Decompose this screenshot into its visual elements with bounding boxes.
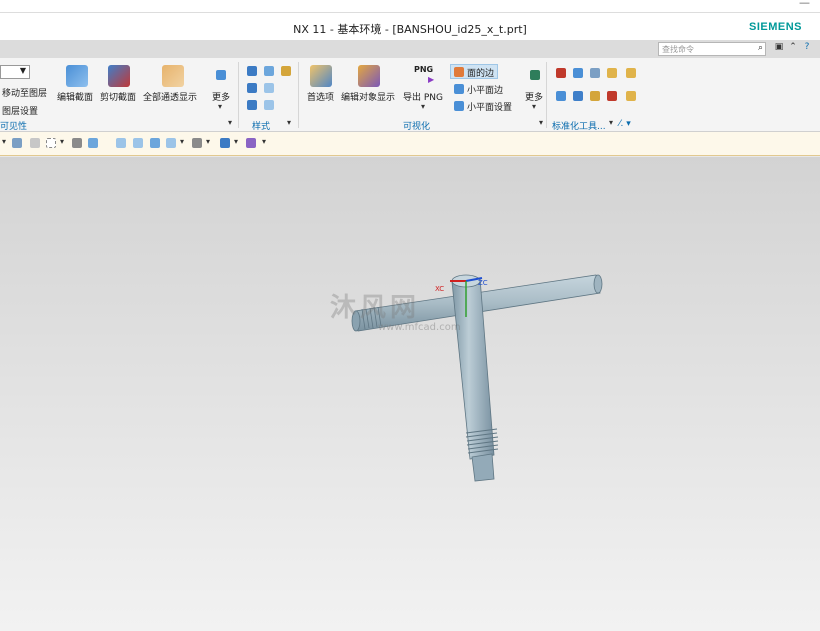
facet-edges-icon[interactable] [454, 84, 464, 94]
title-bar: NX 11 - 基本环境 - [BANSHOU_id25_x_t.prt] SI… [0, 12, 820, 40]
select-icon[interactable] [12, 138, 22, 148]
watermark-url: www.mfcad.com [378, 322, 461, 333]
chevron-down-icon[interactable]: ▾ [180, 137, 184, 146]
command-bar-icons: ▣ ⌃? [772, 42, 814, 52]
watermark: 沐风网 [330, 293, 421, 323]
chevron-down-icon: ▼ [19, 66, 26, 75]
render-icon[interactable] [72, 138, 82, 148]
more-icon[interactable] [246, 138, 256, 148]
trailing-group-label[interactable]: ⁄. ▾ [619, 119, 631, 129]
filter-icon[interactable] [30, 138, 40, 148]
standardization-group-label: 标准化工具... [552, 122, 606, 132]
ribbon: ▼ 移动至图层 图层设置 可见性 编辑截面 剪切截面 全部通透显示 更多 ▾ ▾… [0, 58, 820, 132]
layer-dropdown[interactable]: ▼ [0, 65, 30, 79]
divider [546, 62, 547, 128]
graphics-viewport[interactable]: XC ZC 沐风网 www.mfcad.com [0, 157, 820, 631]
face-analysis-icon[interactable] [264, 100, 274, 110]
edit-section-button[interactable]: 编辑截面 [57, 90, 93, 103]
tool-icon[interactable] [556, 68, 566, 78]
chevron-down-icon[interactable]: ▾ [287, 118, 291, 127]
facet-edges-option[interactable]: 小平面边 [467, 83, 503, 96]
zc-axis-label: ZC [478, 279, 488, 287]
window-title: NX 11 - 基本环境 - [BANSHOU_id25_x_t.prt] [293, 23, 527, 36]
shaded-icon[interactable] [247, 66, 257, 76]
tool-icon[interactable] [607, 91, 617, 101]
divider [298, 62, 299, 128]
view-toolbar: ▾ ▾ ▾ ▾ ▾ ▾ [0, 132, 820, 156]
face-edges-icon[interactable] [454, 67, 464, 77]
chevron-down-icon[interactable]: ▾ [532, 102, 536, 111]
export-png-icon[interactable]: PNG [414, 65, 433, 74]
more-icon[interactable] [530, 70, 540, 80]
clip-section-icon[interactable] [108, 65, 130, 87]
help-icon[interactable]: ? [800, 42, 814, 52]
edit-section-icon[interactable] [66, 65, 88, 87]
zoom-icon[interactable] [133, 138, 143, 148]
visualize-group-label: 可视化 [403, 122, 431, 132]
search-icon[interactable]: ⌕ [758, 43, 763, 53]
face-edges-option[interactable]: 面的边 [467, 66, 494, 79]
tool-icon[interactable] [626, 91, 636, 101]
hidden-edges-icon[interactable] [264, 83, 274, 93]
display-mode-icon[interactable] [192, 138, 202, 148]
shaded-edges-icon[interactable] [247, 83, 257, 93]
tool-icon[interactable] [607, 68, 617, 78]
minimize-button[interactable]: — [799, 0, 810, 9]
tool-icon[interactable] [573, 68, 583, 78]
xc-axis-label: XC [435, 285, 445, 293]
wireframe-icon[interactable] [264, 66, 274, 76]
edit-object-display-button[interactable]: 编辑对象显示 [341, 90, 395, 103]
tool-icon[interactable] [590, 68, 600, 78]
chevron-down-icon[interactable]: ▾ [539, 118, 543, 127]
chevron-down-icon[interactable]: ▾ [60, 137, 64, 146]
shaded-icon[interactable] [88, 138, 98, 148]
chevron-down-icon[interactable]: ▾ [421, 102, 425, 111]
clip-section-button[interactable]: 剪切截面 [100, 90, 136, 103]
rotate-icon[interactable] [150, 138, 160, 148]
translucency-button[interactable]: 全部通透显示 [143, 90, 197, 103]
facet-settings-option[interactable]: 小平面设置 [467, 100, 512, 113]
visibility-group-label: 可见性 [0, 122, 28, 132]
command-bar: 查找命令 ⌕ ▣ ⌃? [0, 40, 820, 58]
render-style-icon[interactable] [220, 138, 230, 148]
divider [238, 62, 239, 128]
edit-object-display-icon[interactable] [358, 65, 380, 87]
static-wireframe-icon[interactable] [247, 100, 257, 110]
tool-icon[interactable] [573, 91, 583, 101]
chevron-down-icon[interactable]: ▾ [228, 118, 232, 127]
top-strip: — [0, 0, 820, 12]
move-to-layer-button[interactable]: 移动至图层 [2, 86, 47, 99]
collapse-ribbon-icon[interactable]: ⌃ [786, 42, 800, 52]
layer-settings-button[interactable]: 图层设置 [2, 104, 38, 117]
translucency-icon[interactable] [162, 65, 184, 87]
style-group-label: 样式 [252, 122, 271, 132]
chevron-down-icon[interactable]: ▾ [609, 118, 613, 127]
search-placeholder: 查找命令 [662, 45, 694, 54]
tool-icon[interactable] [590, 91, 600, 101]
play-icon: ▶ [428, 75, 435, 84]
window-icon[interactable]: ▣ [772, 42, 786, 52]
part-model[interactable] [0, 157, 820, 631]
siemens-logo: SIEMENS [748, 21, 802, 33]
more-icon[interactable] [216, 70, 226, 80]
tool-icon[interactable] [626, 68, 636, 78]
rect-select-icon[interactable] [46, 138, 56, 148]
chevron-down-icon[interactable]: ▾ [218, 102, 222, 111]
tool-icon[interactable] [556, 91, 566, 101]
studio-icon[interactable] [281, 66, 291, 76]
preferences-icon[interactable] [310, 65, 332, 87]
chevron-down-icon[interactable]: ▾ [234, 137, 238, 146]
orient-view-icon[interactable] [166, 138, 176, 148]
fit-icon[interactable] [116, 138, 126, 148]
facet-settings-icon[interactable] [454, 101, 464, 111]
preferences-button[interactable]: 首选项 [307, 90, 334, 103]
chevron-down-icon[interactable]: ▾ [262, 137, 266, 146]
chevron-down-icon[interactable]: ▾ [206, 137, 210, 146]
command-search-input[interactable]: 查找命令 ⌕ [658, 42, 766, 56]
chevron-down-icon[interactable]: ▾ [2, 137, 6, 146]
